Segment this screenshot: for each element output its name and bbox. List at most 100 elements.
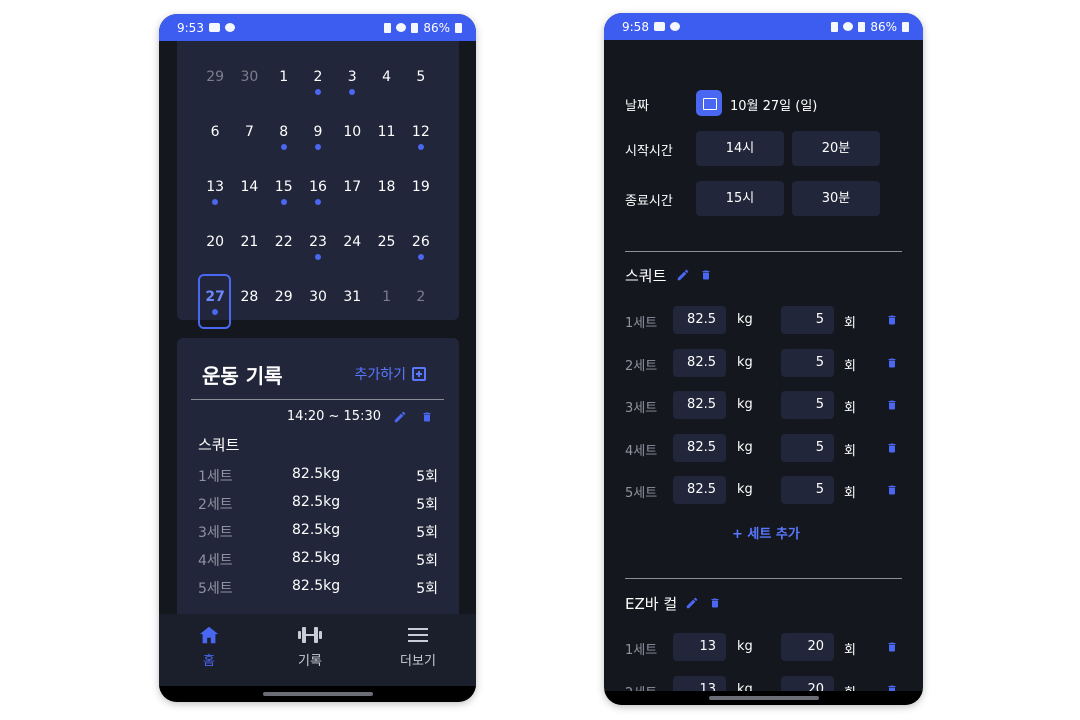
calendar-day[interactable]: 6 xyxy=(198,111,232,166)
calendar-day[interactable]: 12 xyxy=(404,111,438,166)
edit-icon[interactable] xyxy=(685,596,699,610)
reps-unit: 회 xyxy=(844,401,856,416)
delete-icon[interactable] xyxy=(700,268,712,282)
nav-more[interactable]: 더보기 xyxy=(378,624,458,669)
calendar-day[interactable]: 15 xyxy=(267,166,301,221)
calendar-day[interactable]: 14 xyxy=(232,166,266,221)
weight-input[interactable]: 82.5 xyxy=(673,348,726,377)
calendar-day-number: 22 xyxy=(274,234,293,250)
weight-unit: kg xyxy=(737,439,753,455)
battery-percent: 86% xyxy=(870,19,897,34)
delete-set-icon[interactable] xyxy=(886,483,898,497)
reps-unit: 회 xyxy=(844,486,856,501)
calendar-day-number: 15 xyxy=(274,179,293,195)
set-label: 4세트 xyxy=(625,443,658,459)
calendar-day[interactable]: 10 xyxy=(335,111,369,166)
reps-input[interactable]: 5 xyxy=(781,306,834,334)
delete-set-icon[interactable] xyxy=(886,398,898,412)
calendar-day[interactable]: 31 xyxy=(335,276,369,331)
calendar-day[interactable]: 19 xyxy=(404,166,438,221)
calendar-day-number: 9 xyxy=(313,124,323,140)
calendar-icon[interactable] xyxy=(696,90,722,116)
calendar-day[interactable]: 24 xyxy=(335,221,369,276)
nav-more-label: 더보기 xyxy=(400,654,436,669)
workout-dot-indicator xyxy=(212,309,219,315)
delete-icon[interactable] xyxy=(709,596,721,610)
edit-icon[interactable] xyxy=(676,268,690,282)
calendar-day-number: 31 xyxy=(343,289,362,305)
calendar-day[interactable]: 30 xyxy=(301,276,335,331)
calendar-week-row: 6 7 8 9 10 11 12 xyxy=(198,111,438,166)
calendar-day[interactable]: 22 xyxy=(267,221,301,276)
workout-dot-indicator xyxy=(349,89,356,95)
calendar-day[interactable]: 9 xyxy=(301,111,335,166)
weight-input[interactable]: 82.5 xyxy=(673,306,726,334)
delete-set-icon[interactable] xyxy=(886,640,898,654)
calendar-day[interactable]: 30 xyxy=(232,56,266,111)
date-value[interactable]: 10월 27일 (일) xyxy=(730,95,817,114)
end-minute-select[interactable]: 30분 xyxy=(792,181,880,216)
reps-input[interactable]: 5 xyxy=(781,391,834,419)
gesture-handle[interactable] xyxy=(262,692,373,696)
calendar-day[interactable]: 8 xyxy=(267,111,301,166)
calendar-day-number: 26 xyxy=(411,234,430,250)
start-minute-select[interactable]: 20분 xyxy=(792,131,880,166)
calendar-day[interactable]: 18 xyxy=(369,166,403,221)
end-hour-select[interactable]: 15시 xyxy=(696,181,784,216)
delete-icon[interactable] xyxy=(421,410,433,424)
weight-input[interactable]: 82.5 xyxy=(673,391,726,419)
calendar-day[interactable]: 7 xyxy=(232,111,266,166)
edit-icon[interactable] xyxy=(393,410,407,424)
calendar-day-number: 16 xyxy=(309,179,327,195)
calendar-day[interactable]: 29 xyxy=(267,276,301,331)
reps-input[interactable]: 5 xyxy=(781,476,834,504)
home-icon xyxy=(199,626,219,644)
weight-input[interactable]: 13 xyxy=(673,633,726,661)
set-label: 1세트 xyxy=(625,316,658,331)
start-hour-select[interactable]: 14시 xyxy=(696,131,784,166)
exercise-name: 스쿼트 xyxy=(198,436,240,454)
calendar-day[interactable]: 2 xyxy=(301,56,335,111)
reps-input[interactable]: 20 xyxy=(781,633,834,661)
calendar-day[interactable]: 4 xyxy=(369,56,403,111)
nav-home[interactable]: 홈 xyxy=(169,624,249,669)
calendar-day[interactable]: 29 xyxy=(198,56,232,111)
workout-dot-indicator xyxy=(417,144,424,150)
add-record-button[interactable]: 추가하기 xyxy=(354,364,426,384)
calendar-day[interactable]: 1 xyxy=(267,56,301,111)
calendar-day[interactable]: 13 xyxy=(198,166,232,221)
reps-input[interactable]: 5 xyxy=(781,348,834,377)
reps-input[interactable]: 5 xyxy=(781,433,834,462)
calendar-day-number: 25 xyxy=(377,234,396,250)
gesture-handle[interactable] xyxy=(708,696,819,700)
nav-records[interactable]: 기록 xyxy=(270,624,350,669)
add-set-button[interactable]: + 세트 추가 xyxy=(732,523,800,542)
calendar-day-number: 8 xyxy=(279,124,289,140)
delete-set-icon[interactable] xyxy=(886,356,898,370)
calendar-week-row: 13 14 15 16 17 18 19 xyxy=(198,166,438,221)
calendar-day[interactable]: 1 xyxy=(369,276,403,331)
delete-set-icon[interactable] xyxy=(886,441,898,455)
calendar-day[interactable]: 23 xyxy=(301,221,335,276)
calendar-day[interactable]: 2 xyxy=(404,276,438,331)
weight-input[interactable]: 82.5 xyxy=(673,433,726,462)
calendar-day-selected[interactable]: 27 xyxy=(198,274,232,331)
calendar-day[interactable]: 20 xyxy=(198,221,232,276)
calendar-day[interactable]: 11 xyxy=(369,111,403,166)
delete-set-icon[interactable] xyxy=(886,313,898,327)
calendar-week-row: 20 21 22 23 24 25 26 xyxy=(198,221,438,276)
set-row: 3세트 82.5 kg 5회 xyxy=(625,391,905,419)
calendar-day[interactable]: 17 xyxy=(335,166,369,221)
calendar-day-number: 24 xyxy=(343,234,362,250)
calendar-day[interactable]: 3 xyxy=(335,56,369,111)
calendar-card: 29 30 1 2 3 4 5 6 7 8 9 10 11 12 13 14 15 16 17 18 19 20 21 22 2… xyxy=(177,34,459,329)
calendar-day[interactable]: 21 xyxy=(232,221,266,276)
calendar-day[interactable]: 26 xyxy=(404,221,438,276)
calendar-day[interactable]: 16 xyxy=(301,166,335,221)
weight-input[interactable]: 82.5 xyxy=(673,476,726,504)
calendar-day[interactable]: 25 xyxy=(369,221,403,276)
calendar-day[interactable]: 5 xyxy=(404,56,438,111)
divider xyxy=(625,578,902,579)
calendar-day[interactable]: 28 xyxy=(232,276,266,331)
status-bar: 9:53 86% xyxy=(159,14,476,41)
